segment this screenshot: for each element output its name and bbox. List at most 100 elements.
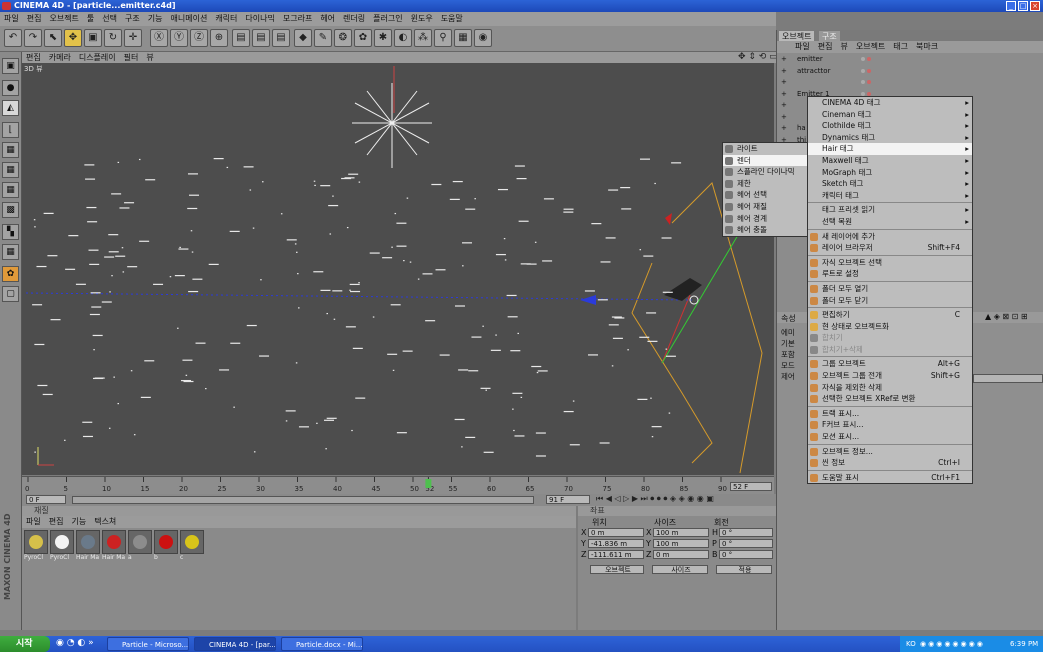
context-menu-item[interactable]: MoGraph 태그 ▸ xyxy=(808,167,972,179)
tray-icons[interactable]: ◉◉◉◉◉◉◉◉ xyxy=(920,636,985,652)
context-menu-item[interactable]: 폴더 모두 열기 xyxy=(808,283,972,295)
render-dot-icon[interactable] xyxy=(867,68,871,73)
maximize-icon[interactable]: □ xyxy=(1018,1,1028,11)
size-field[interactable]: 0 m xyxy=(653,550,709,559)
sculpt-icon[interactable]: ✿ xyxy=(2,266,19,282)
viewport-menu-item[interactable]: 편집 xyxy=(22,52,45,63)
context-menu-item[interactable]: Hair 태그 ▸ xyxy=(808,143,972,155)
expand-icon[interactable]: + xyxy=(781,78,787,86)
deformer-icon[interactable]: ◐ xyxy=(394,29,412,47)
workplane-icon[interactable]: ▢ xyxy=(2,286,19,302)
object-tree-row[interactable]: + xyxy=(777,78,877,89)
array-icon[interactable]: ✿ xyxy=(354,29,372,47)
apply-button[interactable]: 적용 xyxy=(716,565,772,574)
model-mode-icon[interactable]: ▣ xyxy=(2,58,19,74)
particle-icon[interactable]: ⁂ xyxy=(414,29,432,47)
coord-mode-select[interactable]: 오브젝트 xyxy=(590,565,644,574)
material-swatch[interactable]: Hair Ma xyxy=(76,530,100,562)
visibility-dot-icon[interactable] xyxy=(861,57,865,61)
object-tree-row[interactable]: + attracttor xyxy=(777,67,877,78)
position-field[interactable]: -111.611 m xyxy=(588,550,644,559)
hair-submenu-item[interactable]: 헤어 충돌 xyxy=(723,224,807,236)
language-indicator[interactable]: KO xyxy=(906,636,916,652)
menu-item[interactable]: 윈도우 xyxy=(407,12,437,26)
context-menu-item[interactable]: 태그 프리셋 읽기 ▸ xyxy=(808,204,972,216)
menu-item[interactable]: 플러그인 xyxy=(369,12,406,26)
attribute-item[interactable]: 제어 xyxy=(781,371,795,382)
material-swatch[interactable]: PyroCl xyxy=(24,530,48,562)
attribute-item[interactable]: 에미 xyxy=(781,327,795,338)
checker-icon[interactable]: ▚ xyxy=(2,224,19,240)
context-menu-item[interactable]: 새 레이어에 추가 xyxy=(808,231,972,243)
position-field[interactable]: -41.836 m xyxy=(588,539,644,548)
menu-item[interactable]: 도움말 xyxy=(437,12,467,26)
object-menu-item[interactable]: 편집 xyxy=(814,42,837,51)
expand-icon[interactable]: + xyxy=(781,67,787,75)
spline-icon[interactable]: ✎ xyxy=(314,29,332,47)
cube-primitive-icon[interactable]: ◆ xyxy=(294,29,312,47)
move-tool-icon[interactable]: ✥ xyxy=(64,29,82,47)
scene-object-icon[interactable]: ✱ xyxy=(374,29,392,47)
minimize-icon[interactable]: _ xyxy=(1006,1,1016,11)
light-icon[interactable]: ◉ xyxy=(474,29,492,47)
menu-item[interactable]: 다이나믹 xyxy=(241,12,278,26)
hair-submenu-item[interactable]: 헤어 선택 xyxy=(723,189,807,201)
start-frame-field[interactable]: 0 F xyxy=(26,495,66,504)
menu-item[interactable]: 모그라프 xyxy=(279,12,316,26)
task-word-1[interactable]: Particle - Microso... xyxy=(107,637,189,651)
object-menu-item[interactable]: 북마크 xyxy=(912,42,942,51)
attribute-dropdown[interactable] xyxy=(973,374,1043,383)
hair-submenu-item[interactable]: 제한 xyxy=(723,178,807,190)
context-menu-item[interactable]: 선택 복원 ▸ xyxy=(808,216,972,228)
viewport-nav-icons[interactable]: ✥ ⇕ ⟲ ▭ xyxy=(738,52,778,62)
material-swatch[interactable]: PyroCl xyxy=(50,530,74,562)
context-menu-item[interactable]: 루트로 설정 xyxy=(808,268,972,280)
hair-submenu-item[interactable]: 스플라인 다이나믹 xyxy=(723,166,807,178)
visibility-dot-icon[interactable] xyxy=(861,68,865,73)
visibility-dot-icon[interactable] xyxy=(861,91,865,96)
snap-icon[interactable]: ▦ xyxy=(2,244,19,260)
nurbs-icon[interactable]: ❂ xyxy=(334,29,352,47)
hair-submenu-item[interactable]: 헤어 경계 xyxy=(723,213,807,225)
attribute-item[interactable]: 포함 xyxy=(781,349,795,360)
menu-item[interactable]: 편집 xyxy=(23,12,46,26)
rotate-tool-icon[interactable]: ↻ xyxy=(104,29,122,47)
coordinate-system-icon[interactable]: ⊕ xyxy=(210,29,228,47)
axis-mode-icon[interactable]: ⌊ xyxy=(2,122,19,138)
redo-icon[interactable]: ↷ xyxy=(24,29,42,47)
3d-viewport[interactable]: 3D 뷰 xyxy=(22,63,774,475)
undo-icon[interactable]: ↶ xyxy=(4,29,22,47)
object-menu-item[interactable]: 파일 xyxy=(791,42,814,51)
menu-item[interactable]: 선택 xyxy=(98,12,121,26)
context-menu-item[interactable]: Sketch 태그 ▸ xyxy=(808,178,972,190)
render-picture-viewer-icon[interactable]: ▤ xyxy=(252,29,270,47)
camera-icon[interactable]: ⚲ xyxy=(434,29,452,47)
position-field[interactable]: 0 m xyxy=(588,528,644,537)
context-menu-item[interactable]: 트랙 표시... xyxy=(808,408,972,420)
context-menu-item[interactable]: 자식을 제외한 삭제 xyxy=(808,382,972,394)
context-menu-item[interactable]: 합치기+삭제 xyxy=(808,344,972,356)
transform-tool-icon[interactable]: ✛ xyxy=(124,29,142,47)
expand-icon[interactable]: + xyxy=(781,90,787,98)
material-swatch[interactable]: a xyxy=(128,530,152,562)
expand-icon[interactable]: + xyxy=(781,113,787,121)
end-frame-field[interactable]: 91 F xyxy=(546,495,590,504)
material-swatch[interactable]: b xyxy=(154,530,178,562)
context-menu-item[interactable]: 캐릭터 태그 ▸ xyxy=(808,190,972,202)
task-word-2[interactable]: Particle.docx - Mi... xyxy=(281,637,363,651)
menu-item[interactable]: 기능 xyxy=(144,12,167,26)
context-menu-item[interactable]: 모션 표시... xyxy=(808,431,972,443)
polygons-mode-icon[interactable]: ▦ xyxy=(2,182,19,198)
context-menu-item[interactable]: 도움말 표시 Ctrl+F1 xyxy=(808,472,972,484)
render-dot-icon[interactable] xyxy=(867,80,871,84)
context-menu-item[interactable]: CINEMA 4D 태그 ▸ xyxy=(808,97,972,109)
viewport-menu-item[interactable]: 디스플레이 xyxy=(75,52,120,63)
task-cinema4d[interactable]: CINEMA 4D - [par... xyxy=(194,637,276,651)
size-mode-select[interactable]: 사이즈 xyxy=(652,565,708,574)
render-dot-icon[interactable] xyxy=(867,91,871,96)
rotation-field[interactable]: 0 ° xyxy=(719,550,773,559)
floor-icon[interactable]: ▦ xyxy=(454,29,472,47)
x-axis-lock-icon[interactable]: Ⓧ xyxy=(150,29,168,47)
object-mode-icon[interactable]: ● xyxy=(2,80,19,96)
context-menu-item[interactable]: 오브젝트 그룹 전개 Shift+G xyxy=(808,370,972,382)
